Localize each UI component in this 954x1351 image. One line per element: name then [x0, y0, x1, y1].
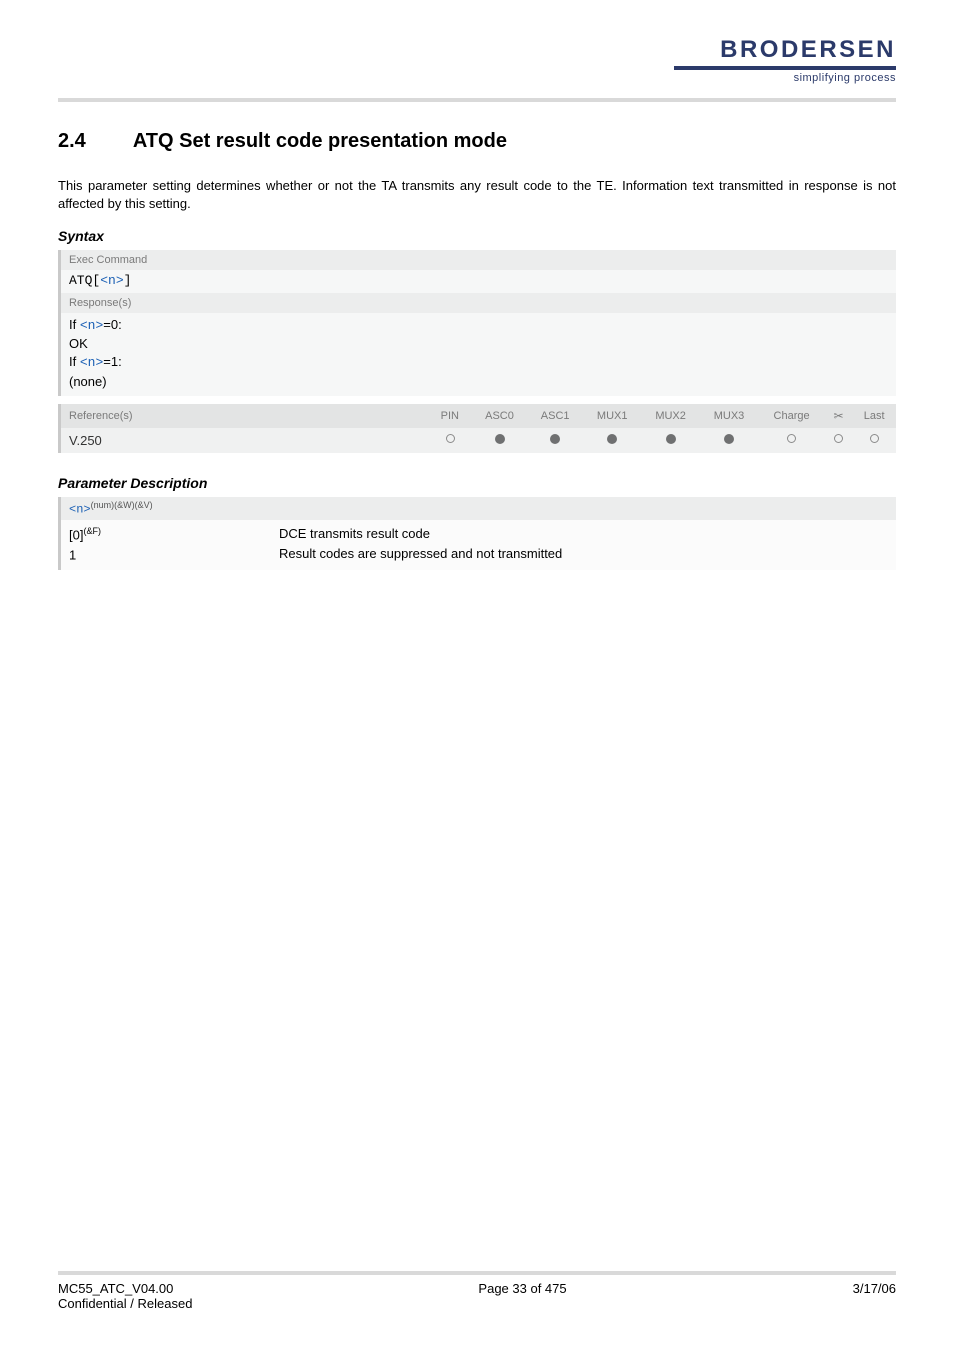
exec-command-value: ATQ[<n>]: [58, 270, 896, 293]
resp-if-1-c: =1:: [103, 354, 121, 369]
param-tag-name: <n>: [69, 503, 91, 517]
param-row-0-key-text: [0]: [69, 527, 83, 542]
param-row-1-key-text: 1: [69, 547, 76, 562]
tools-icon: ✂: [834, 409, 844, 423]
filled-circle-icon: [607, 434, 617, 444]
header-divider: [58, 98, 896, 102]
open-circle-icon: [787, 434, 796, 443]
reference-table: Reference(s) PIN ASC0 ASC1 MUX1 MUX2 MUX…: [58, 404, 896, 453]
ref-col-references: Reference(s): [60, 404, 430, 428]
resp-if-0-c: =0:: [103, 317, 121, 332]
resp-if-0-a: If: [69, 317, 80, 332]
ref-cell-tools: [825, 428, 852, 453]
resp-if-1-param: <n>: [80, 355, 103, 370]
ref-cell-mux1: [583, 428, 641, 453]
ref-row-label: V.250: [60, 428, 430, 453]
brand-logo: BRODERSEN: [58, 36, 896, 64]
syntax-block: Exec Command ATQ[<n>] Response(s) If <n>…: [58, 250, 896, 453]
filled-circle-icon: [495, 434, 505, 444]
resp-if-1-a: If: [69, 354, 80, 369]
open-circle-icon: [870, 434, 879, 443]
param-desc-block: <n>(num)(&W)(&V) [0](&F) DCE transmits r…: [58, 497, 896, 570]
footer-doc-id: MC55_ATC_V04.00: [58, 1281, 192, 1296]
ref-col-mux3: MUX3: [700, 404, 758, 428]
ref-cell-last: [852, 428, 896, 453]
section-number: 2.4: [58, 130, 128, 153]
brand-header: BRODERSEN simplifying process: [58, 36, 896, 84]
param-row-0: [0](&F) DCE transmits result code: [69, 524, 888, 544]
ref-col-last: Last: [852, 404, 896, 428]
responses-block: If <n>=0: OK If <n>=1: (none): [58, 313, 896, 396]
ref-col-tools-icon: ✂: [825, 404, 852, 428]
resp-none: (none): [69, 373, 888, 391]
param-row-1-key: 1: [69, 544, 279, 564]
ref-cell-pin: [430, 428, 472, 453]
ref-cell-asc1: [527, 428, 583, 453]
exec-cmd-suffix: ]: [124, 273, 132, 288]
open-circle-icon: [446, 434, 455, 443]
filled-circle-icon: [724, 434, 734, 444]
brand-rule: [674, 66, 896, 70]
syntax-heading: Syntax: [58, 228, 896, 244]
param-tag-row: <n>(num)(&W)(&V): [58, 497, 896, 520]
ref-table-data-row: V.250: [60, 428, 897, 453]
ref-cell-charge: [758, 428, 825, 453]
ref-col-asc0: ASC0: [472, 404, 528, 428]
brand-tagline: simplifying process: [58, 72, 896, 84]
param-row-0-desc: DCE transmits result code: [279, 524, 888, 544]
footer-status: Confidential / Released: [58, 1296, 192, 1311]
ref-cell-mux2: [641, 428, 699, 453]
exec-command-label: Exec Command: [58, 250, 896, 270]
exec-cmd-param: <n>: [100, 273, 123, 288]
ref-col-charge: Charge: [758, 404, 825, 428]
ref-col-pin: PIN: [430, 404, 472, 428]
param-row-1-desc: Result codes are suppressed and not tran…: [279, 544, 888, 564]
intro-paragraph: This parameter setting determines whethe…: [58, 177, 896, 212]
page-footer: MC55_ATC_V04.00 Confidential / Released …: [58, 1271, 896, 1311]
param-values: [0](&F) DCE transmits result code 1 Resu…: [58, 520, 896, 571]
exec-cmd-prefix: ATQ[: [69, 273, 100, 288]
open-circle-icon: [834, 434, 843, 443]
param-row-0-key-sup: (&F): [83, 526, 101, 536]
ref-col-asc1: ASC1: [527, 404, 583, 428]
param-row-0-key: [0](&F): [69, 524, 279, 544]
footer-page: Page 33 of 475: [478, 1281, 566, 1311]
resp-if-0-param: <n>: [80, 318, 103, 333]
filled-circle-icon: [550, 434, 560, 444]
ref-col-mux1: MUX1: [583, 404, 641, 428]
footer-date: 3/17/06: [853, 1281, 896, 1311]
responses-label: Response(s): [58, 293, 896, 313]
footer-divider: [58, 1271, 896, 1275]
ref-cell-mux3: [700, 428, 758, 453]
ref-cell-asc0: [472, 428, 528, 453]
filled-circle-icon: [666, 434, 676, 444]
param-desc-heading: Parameter Description: [58, 475, 896, 491]
section-heading-text: ATQ Set result code presentation mode: [133, 130, 507, 152]
section-title: 2.4 ATQ Set result code presentation mod…: [58, 130, 896, 153]
resp-ok: OK: [69, 335, 888, 353]
param-tag-sup: (num)(&W)(&V): [91, 500, 153, 510]
ref-col-mux2: MUX2: [641, 404, 699, 428]
param-row-1: 1 Result codes are suppressed and not tr…: [69, 544, 888, 564]
ref-table-header-row: Reference(s) PIN ASC0 ASC1 MUX1 MUX2 MUX…: [60, 404, 897, 428]
